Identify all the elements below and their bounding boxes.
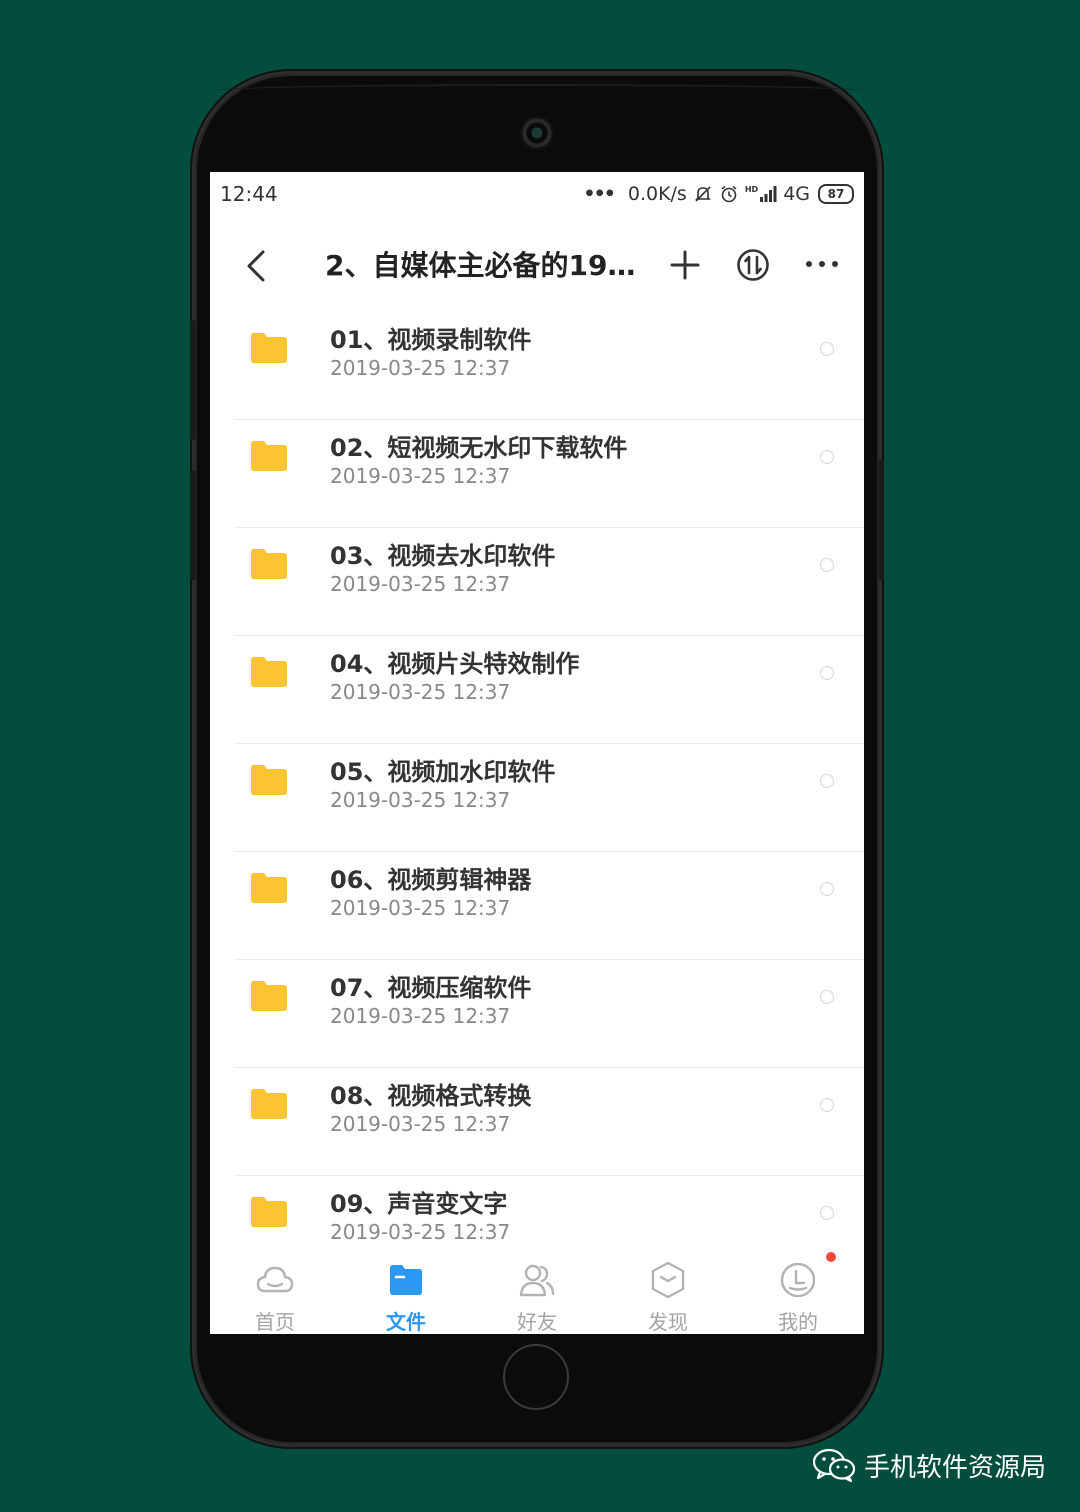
front-camera bbox=[520, 116, 554, 150]
status-bar: 12:44 ••• 0.0K/s HD 4G 87 bbox=[210, 172, 864, 216]
home-button[interactable] bbox=[503, 1344, 569, 1410]
folder-name: 01、视频录制软件 bbox=[330, 326, 532, 354]
list-item[interactable]: 03、视频去水印软件 2019-03-25 12:37 bbox=[210, 528, 864, 636]
notification-dots: ••• bbox=[583, 183, 615, 205]
app-header: 2、自媒体主必备的19款软件 bbox=[210, 216, 864, 312]
more-icon[interactable] bbox=[804, 252, 840, 276]
tab-profile[interactable]: 我的 bbox=[733, 1244, 863, 1334]
select-checkbox[interactable] bbox=[820, 450, 834, 464]
folder-name: 06、视频剪辑神器 bbox=[330, 866, 532, 894]
app-screen: 12:44 ••• 0.0K/s HD 4G 87 2、自媒体主必备的19款软件… bbox=[210, 172, 864, 1334]
notification-badge bbox=[826, 1252, 836, 1262]
folder-date: 2019-03-25 12:37 bbox=[330, 896, 511, 920]
folder-name: 05、视频加水印软件 bbox=[330, 758, 556, 786]
status-indicators: ••• 0.0K/s HD 4G 87 bbox=[583, 183, 854, 205]
select-checkbox[interactable] bbox=[820, 990, 834, 1004]
tab-files[interactable]: 文件 bbox=[341, 1244, 471, 1334]
wechat-watermark: 手机软件资源局 bbox=[812, 1440, 1046, 1490]
folder-icon bbox=[251, 1089, 287, 1119]
list-item[interactable]: 06、视频剪辑神器 2019-03-25 12:37 bbox=[210, 852, 864, 960]
hd-label: HD bbox=[744, 185, 759, 194]
folder-date: 2019-03-25 12:37 bbox=[330, 1004, 511, 1028]
folder-name: 03、视频去水印软件 bbox=[330, 542, 556, 570]
tab-label: 好友 bbox=[517, 1310, 557, 1334]
select-checkbox[interactable] bbox=[820, 882, 834, 896]
select-checkbox[interactable] bbox=[820, 558, 834, 572]
list-item[interactable]: 07、视频压缩软件 2019-03-25 12:37 bbox=[210, 960, 864, 1068]
list-item[interactable]: 08、视频格式转换 2019-03-25 12:37 bbox=[210, 1068, 864, 1176]
folder-name: 07、视频压缩软件 bbox=[330, 974, 532, 1002]
select-checkbox[interactable] bbox=[820, 774, 834, 788]
tab-home[interactable]: 首页 bbox=[210, 1244, 340, 1334]
folder-icon bbox=[251, 1197, 287, 1227]
select-checkbox[interactable] bbox=[820, 1206, 834, 1220]
page-title: 2、自媒体主必备的19款软件 bbox=[325, 249, 660, 282]
folder-name: 04、视频片头特效制作 bbox=[330, 650, 580, 678]
folder-date: 2019-03-25 12:37 bbox=[330, 1112, 511, 1136]
wechat-icon bbox=[812, 1448, 856, 1483]
folder-icon bbox=[251, 657, 287, 687]
cloud-icon bbox=[256, 1266, 294, 1293]
back-icon[interactable] bbox=[244, 249, 268, 283]
friends-icon bbox=[519, 1264, 555, 1297]
tab-label: 发现 bbox=[648, 1310, 688, 1334]
sort-icon[interactable] bbox=[736, 248, 770, 282]
select-checkbox[interactable] bbox=[820, 1098, 834, 1112]
tab-discover[interactable]: 发现 bbox=[603, 1244, 733, 1334]
volume-button-2 bbox=[190, 470, 196, 580]
tab-label: 文件 bbox=[386, 1310, 426, 1334]
folder-icon bbox=[251, 981, 287, 1011]
watermark-text: 手机软件资源局 bbox=[864, 1452, 1047, 1483]
folder-date: 2019-03-25 12:37 bbox=[330, 1220, 511, 1244]
folder-icon bbox=[251, 441, 287, 471]
network-type: 4G bbox=[783, 183, 810, 205]
status-time: 12:44 bbox=[220, 182, 278, 206]
folder-icon bbox=[251, 549, 287, 579]
battery-icon: 87 bbox=[818, 184, 854, 204]
add-icon[interactable] bbox=[670, 250, 700, 280]
tab-label: 我的 bbox=[778, 1310, 818, 1334]
folder-name: 02、短视频无水印下载软件 bbox=[330, 434, 628, 462]
list-item[interactable]: 04、视频片头特效制作 2019-03-25 12:37 bbox=[210, 636, 864, 744]
list-item[interactable]: 05、视频加水印软件 2019-03-25 12:37 bbox=[210, 744, 864, 852]
battery-level: 87 bbox=[827, 187, 845, 201]
network-speed: 0.0K/s bbox=[627, 183, 687, 205]
folder-icon bbox=[251, 765, 287, 795]
signal-icon: HD bbox=[745, 185, 777, 203]
profile-icon bbox=[780, 1262, 816, 1298]
tab-label: 首页 bbox=[255, 1310, 295, 1334]
folder-icon bbox=[251, 333, 287, 363]
list-item[interactable]: 02、短视频无水印下载软件 2019-03-25 12:37 bbox=[210, 420, 864, 528]
tab-friends[interactable]: 好友 bbox=[472, 1244, 602, 1334]
discover-icon bbox=[651, 1261, 685, 1299]
folder-name: 08、视频格式转换 bbox=[330, 1082, 532, 1110]
signal-bars-icon bbox=[760, 186, 777, 202]
bottom-tab-bar: 首页 文件 好友 发现 我的 bbox=[210, 1244, 864, 1334]
volume-button bbox=[190, 320, 196, 440]
folder-icon bbox=[390, 1265, 422, 1295]
folder-name: 09、声音变文字 bbox=[330, 1190, 508, 1218]
folder-icon bbox=[251, 873, 287, 903]
folder-date: 2019-03-25 12:37 bbox=[330, 680, 511, 704]
select-checkbox[interactable] bbox=[820, 666, 834, 680]
select-checkbox[interactable] bbox=[820, 342, 834, 356]
mute-bell-icon bbox=[694, 186, 711, 202]
earpiece bbox=[210, 84, 864, 98]
folder-date: 2019-03-25 12:37 bbox=[330, 464, 511, 488]
list-item[interactable]: 09、声音变文字 2019-03-25 12:37 bbox=[210, 1176, 864, 1244]
folder-date: 2019-03-25 12:37 bbox=[330, 356, 511, 380]
alarm-icon bbox=[721, 185, 737, 203]
folder-date: 2019-03-25 12:37 bbox=[330, 788, 511, 812]
file-list: 01、视频录制软件 2019-03-25 12:37 02、短视频无水印下载软件… bbox=[210, 312, 864, 1244]
folder-date: 2019-03-25 12:37 bbox=[330, 572, 511, 596]
list-item[interactable]: 01、视频录制软件 2019-03-25 12:37 bbox=[210, 312, 864, 420]
power-button bbox=[878, 460, 884, 580]
